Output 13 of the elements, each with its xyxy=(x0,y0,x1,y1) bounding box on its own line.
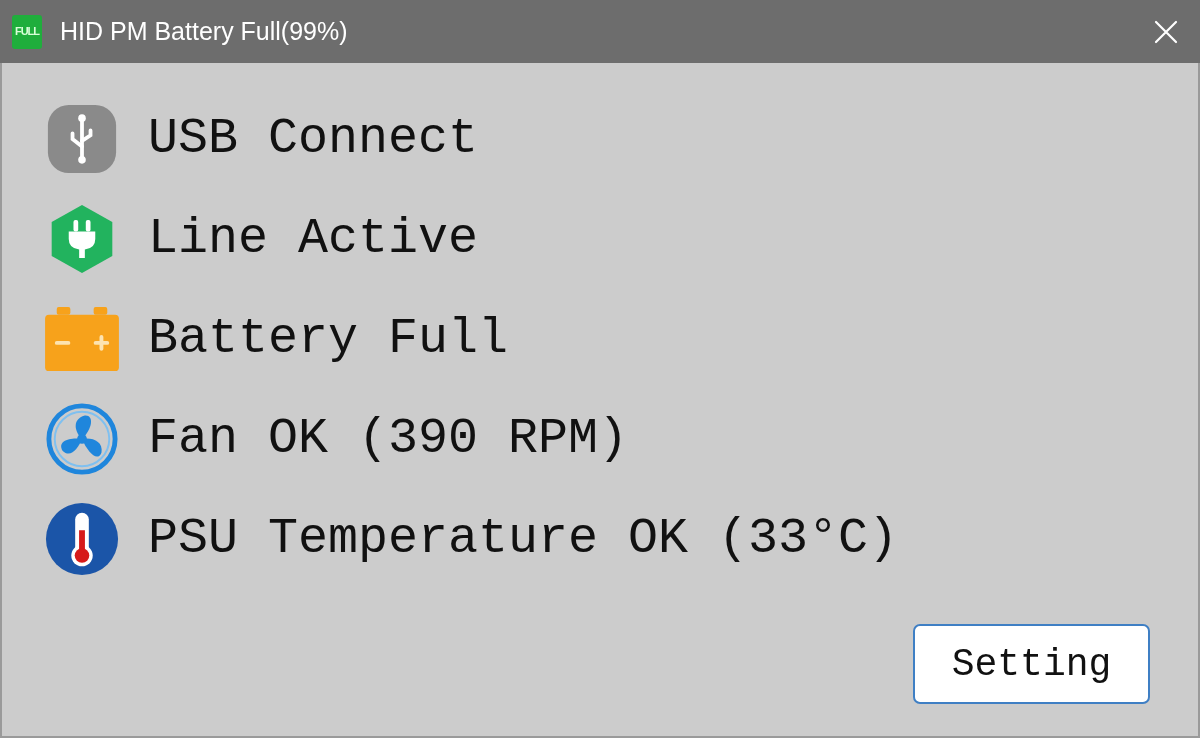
window-title: HID PM Battery Full(99%) xyxy=(60,19,348,44)
status-text: PSU Temperature OK (33°C) xyxy=(148,514,899,564)
status-text: USB Connect xyxy=(148,114,479,164)
status-text: Fan OK (390 RPM) xyxy=(148,414,629,464)
thermometer-icon xyxy=(44,501,120,577)
fan-icon xyxy=(45,402,119,476)
status-text: Line Active xyxy=(148,214,479,264)
app-logo-icon: FULL xyxy=(12,14,42,49)
setting-button[interactable]: Setting xyxy=(913,624,1150,704)
close-icon xyxy=(1154,19,1178,44)
status-text: Battery Full xyxy=(148,314,509,364)
usb-icon xyxy=(46,103,118,175)
battery-icon xyxy=(43,305,121,373)
